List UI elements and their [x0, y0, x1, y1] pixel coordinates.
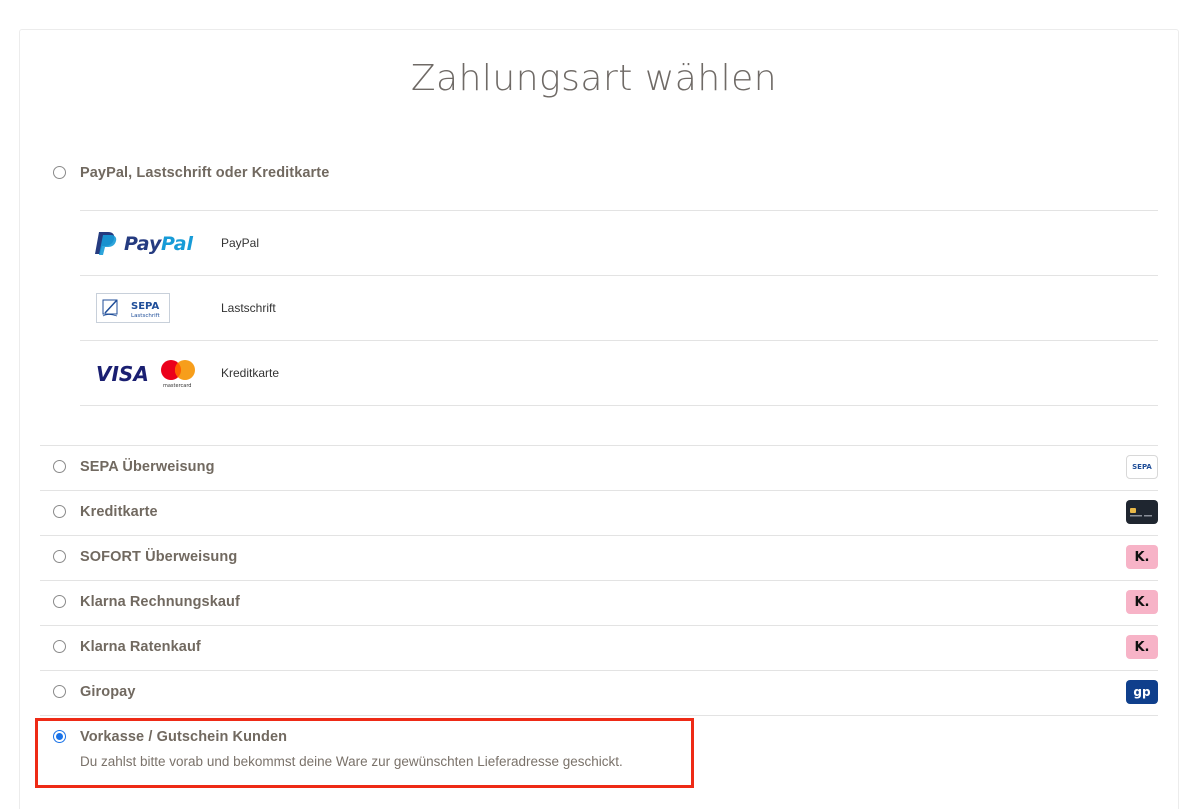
radio-klarna-rechnungskauf[interactable]	[53, 595, 66, 608]
divider	[40, 490, 1158, 491]
sepa-logo-subtext: Lastschrift	[131, 313, 160, 319]
divider	[40, 670, 1158, 671]
sub-option-label-kreditkarte[interactable]: Kreditkarte	[221, 366, 279, 380]
option-label-klarna-rechnungskauf[interactable]: Klarna Rechnungskauf	[80, 594, 240, 610]
klarna-badge: K.	[1126, 635, 1158, 659]
divider	[40, 625, 1158, 626]
klarna-badge: K.	[1126, 590, 1158, 614]
paypal-logo: Pay Pal	[95, 232, 194, 255]
radio-sepa-ueberweisung[interactable]	[53, 460, 66, 473]
klarna-badge: K.	[1126, 545, 1158, 569]
sepa-lastschrift-logo: SEPA Lastschrift	[96, 293, 170, 323]
giropay-badge: gp	[1126, 680, 1158, 704]
divider	[40, 535, 1158, 536]
radio-klarna-ratenkauf[interactable]	[53, 640, 66, 653]
radio-sofort-ueberweisung[interactable]	[53, 550, 66, 563]
divider	[80, 340, 1158, 341]
selection-highlight-box	[35, 718, 694, 788]
mastercard-text: mastercard	[163, 383, 191, 389]
divider	[40, 445, 1158, 446]
visa-mastercard-logo: VISA mastercard	[96, 360, 195, 389]
radio-paypal-group[interactable]	[53, 166, 66, 179]
sepa-logo-text: SEPA	[131, 301, 159, 312]
credit-card-icon	[1126, 500, 1158, 524]
paypal-logo-pal-text: Pal	[161, 233, 194, 255]
divider	[80, 210, 1158, 211]
option-label-paypal-group[interactable]: PayPal, Lastschrift oder Kreditkarte	[80, 165, 329, 181]
sub-option-label-lastschrift[interactable]: Lastschrift	[221, 301, 276, 315]
visa-text: VISA	[96, 362, 149, 386]
option-label-sofort-ueberweisung[interactable]: SOFORT Überweisung	[80, 549, 237, 565]
option-label-kreditkarte[interactable]: Kreditkarte	[80, 504, 158, 520]
credit-card-chip-icon	[1130, 508, 1152, 517]
option-label-klarna-ratenkauf[interactable]: Klarna Ratenkauf	[80, 639, 201, 655]
sub-option-label-paypal[interactable]: PayPal	[221, 236, 259, 250]
sepa-pen-icon: SEPA Lastschrift	[102, 299, 160, 319]
divider	[80, 405, 1158, 406]
page-title: Zahlungsart wählen	[410, 58, 778, 99]
divider	[80, 275, 1158, 276]
payment-card	[19, 29, 1179, 809]
divider	[40, 580, 1158, 581]
radio-giropay[interactable]	[53, 685, 66, 698]
divider	[40, 715, 1158, 716]
sepa-badge: SEPA	[1126, 455, 1158, 479]
radio-kreditkarte[interactable]	[53, 505, 66, 518]
svg-text:Pay: Pay	[124, 233, 163, 255]
option-label-sepa-ueberweisung[interactable]: SEPA Überweisung	[80, 459, 215, 475]
option-label-giropay[interactable]: Giropay	[80, 684, 136, 700]
